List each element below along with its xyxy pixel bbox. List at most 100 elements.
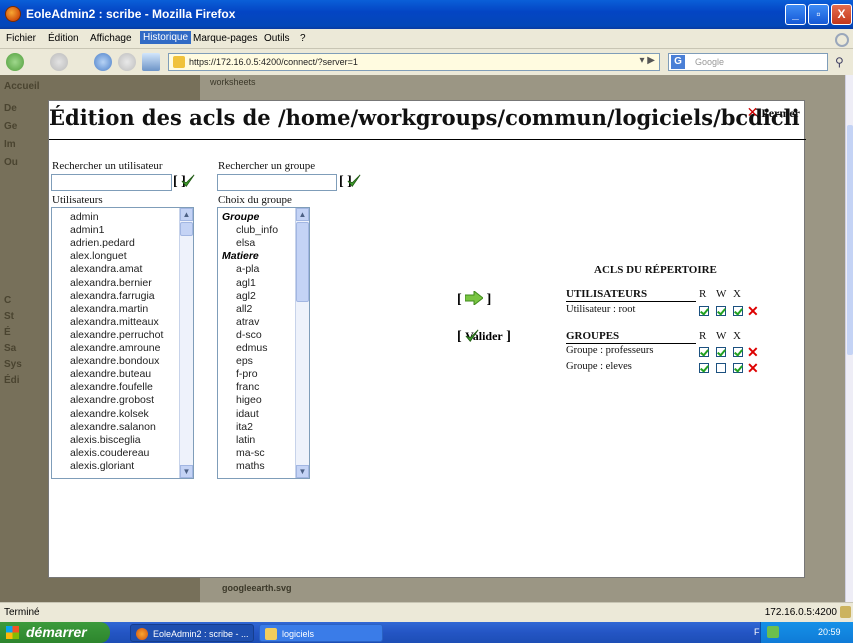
user-option[interactable]: alexis.coudereau — [70, 447, 149, 459]
group-option[interactable]: edmus — [236, 342, 268, 354]
group-option[interactable]: elsa — [236, 237, 255, 249]
acl-group-label: Groupe : professeurs — [566, 345, 654, 356]
search-user-submit-button[interactable]: [ ] — [173, 174, 195, 190]
group-option[interactable]: maths — [236, 460, 265, 472]
user-option[interactable]: adrien.pedard — [70, 237, 135, 249]
add-to-acl-button[interactable]: [ ] — [457, 289, 491, 308]
scroll-thumb[interactable] — [296, 222, 309, 302]
group-option[interactable]: f-pro — [236, 368, 258, 380]
user-option[interactable]: alexandre.perruchot — [70, 329, 163, 341]
start-button[interactable]: démarrer — [0, 622, 110, 643]
menu-outils[interactable]: Outils — [264, 33, 290, 44]
groups-listbox[interactable]: ▲ ▼ Groupe club_info elsa Matiere a-pla agl1 a… — [217, 207, 310, 479]
stop-icon[interactable] — [118, 53, 136, 71]
back-arrow-icon[interactable] — [6, 53, 24, 71]
search-group-submit-button[interactable]: [ ] — [339, 174, 361, 190]
page-scrollbar-thumb[interactable] — [847, 125, 853, 355]
group-option[interactable]: ita2 — [236, 421, 253, 433]
remove-acl-icon[interactable]: ✕ — [747, 304, 759, 318]
scroll-down-icon[interactable]: ▼ — [296, 465, 309, 478]
close-window-button[interactable]: X — [831, 4, 852, 25]
group-option[interactable]: eps — [236, 355, 253, 367]
user-option[interactable]: admin1 — [70, 224, 104, 236]
acl-group-w-checkbox[interactable] — [716, 363, 726, 373]
search-engine-icon[interactable]: G — [671, 55, 685, 69]
scroll-down-icon[interactable]: ▼ — [180, 465, 193, 478]
menu-historique[interactable]: Historique — [140, 31, 192, 44]
acl-group-r-checkbox[interactable] — [699, 363, 709, 373]
close-dialog-button[interactable]: ✕ Fermer — [747, 105, 800, 122]
group-option[interactable]: idaut — [236, 408, 259, 420]
user-option[interactable]: alexandre.bondoux — [70, 355, 159, 367]
status-bar: Terminé 172.16.0.5:4200 — [0, 602, 853, 622]
rwx-header-w: W — [716, 330, 727, 342]
checkmark-icon — [465, 329, 479, 342]
user-option[interactable]: alexandre.foufelle — [70, 381, 153, 393]
group-option[interactable]: all2 — [236, 303, 252, 315]
search-group-input[interactable] — [217, 174, 337, 191]
menu-affichage[interactable]: Affichage — [90, 33, 132, 44]
search-input[interactable]: G Google — [668, 53, 828, 71]
taskbar-item-firefox[interactable]: EoleAdmin2 : scribe - ... — [130, 624, 254, 642]
padlock-icon[interactable] — [840, 606, 851, 618]
user-option[interactable]: alexandre.buteau — [70, 368, 151, 380]
user-option[interactable]: alexandre.kolsek — [70, 408, 149, 420]
forward-arrow-icon[interactable] — [50, 53, 68, 71]
acl-user-r-checkbox[interactable] — [699, 306, 709, 316]
users-listbox[interactable]: ▲ ▼ admin admin1 adrien.pedard alex.longuet… — [51, 207, 194, 479]
user-option[interactable]: alexis.gloriant — [70, 460, 134, 472]
bg-sidebar-item: É — [4, 327, 11, 338]
group-option[interactable]: ma-sc — [236, 447, 265, 459]
home-icon[interactable] — [142, 53, 160, 71]
taskbar-item-folder[interactable]: logiciels — [259, 624, 383, 642]
remove-acl-icon[interactable]: ✕ — [747, 345, 759, 359]
group-option[interactable]: agl1 — [236, 277, 256, 289]
group-option[interactable]: d-sco — [236, 329, 262, 341]
validate-button[interactable]: [ Valider ] — [457, 329, 511, 345]
scroll-up-icon[interactable]: ▲ — [296, 208, 309, 221]
search-user-input[interactable] — [51, 174, 172, 191]
minimize-button[interactable]: _ — [785, 4, 806, 25]
user-option[interactable]: alexandra.martin — [70, 303, 148, 315]
url-go-icon[interactable]: ▾ ▶ — [640, 55, 656, 66]
group-option[interactable]: higeo — [236, 394, 262, 406]
maximize-button[interactable]: ▫ — [808, 4, 829, 25]
user-option[interactable]: alexandre.salanon — [70, 421, 156, 433]
search-icon[interactable]: ⚲ — [835, 55, 844, 69]
acl-user-w-checkbox[interactable] — [716, 306, 726, 316]
user-option[interactable]: alexis.bisceglia — [70, 434, 141, 446]
groups-scrollbar[interactable]: ▲ ▼ — [295, 208, 309, 478]
menu-marque-pages[interactable]: Marque-pages — [193, 33, 257, 44]
acl-group-x-checkbox[interactable] — [733, 347, 743, 357]
acl-group-x-checkbox[interactable] — [733, 363, 743, 373]
users-scrollbar[interactable]: ▲ ▼ — [179, 208, 193, 478]
remove-acl-icon[interactable]: ✕ — [747, 361, 759, 375]
group-option[interactable]: atrav — [236, 316, 259, 328]
user-option[interactable]: alex.longuet — [70, 250, 127, 262]
menu-edition[interactable]: Édition — [48, 33, 79, 44]
user-option[interactable]: alexandra.amat — [70, 263, 142, 275]
acl-user-x-checkbox[interactable] — [733, 306, 743, 316]
scroll-up-icon[interactable]: ▲ — [180, 208, 193, 221]
group-option[interactable]: latin — [236, 434, 255, 446]
group-option[interactable]: club_info — [236, 224, 278, 236]
scroll-thumb[interactable] — [180, 222, 193, 236]
user-option[interactable]: alexandre.amroune — [70, 342, 160, 354]
user-option[interactable]: alexandre.grobost — [70, 394, 154, 406]
menu-fichier[interactable]: Fichier — [6, 33, 36, 44]
group-option[interactable]: franc — [236, 381, 259, 393]
group-option[interactable]: agl2 — [236, 290, 256, 302]
group-option[interactable]: a-pla — [236, 263, 259, 275]
acl-group-r-checkbox[interactable] — [699, 347, 709, 357]
reload-icon[interactable] — [94, 53, 112, 71]
user-option[interactable]: alexandra.farrugia — [70, 290, 155, 302]
menu-help[interactable]: ? — [300, 33, 306, 44]
url-bar[interactable]: https://172.16.0.5:4200/connect/?server=… — [168, 53, 660, 71]
network-icon[interactable] — [767, 626, 779, 638]
page-scrollbar[interactable] — [845, 75, 853, 602]
acl-group-w-checkbox[interactable] — [716, 347, 726, 357]
user-option[interactable]: alexandra.mitteaux — [70, 316, 159, 328]
close-icon: ✕ — [746, 106, 759, 121]
user-option[interactable]: alexandra.bernier — [70, 277, 152, 289]
user-option[interactable]: admin — [70, 211, 99, 223]
